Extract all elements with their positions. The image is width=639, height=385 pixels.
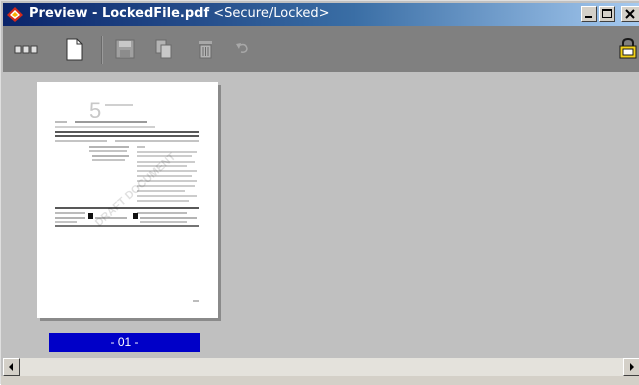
minimize-icon (585, 16, 592, 18)
maximize-button[interactable] (599, 6, 615, 22)
copy-button[interactable] (153, 38, 175, 60)
page-icon (66, 38, 83, 61)
preview-window: Preview - LockedFile.pdf <Secure/Locked> (0, 0, 639, 385)
page-thumbnail[interactable]: 5 DRAFT DOCUMENT (37, 82, 218, 318)
preview-area: 5 DRAFT DOCUMENT - 01 - (3, 72, 639, 358)
close-icon (625, 9, 635, 19)
undo-icon (236, 43, 248, 53)
thumbnails-view-button[interactable] (13, 38, 38, 60)
page-label[interactable]: - 01 - (49, 333, 200, 352)
trash-icon (199, 41, 212, 59)
toolbar-separator (101, 36, 103, 64)
window-title: Preview - LockedFile.pdf <Secure/Locked> (29, 6, 330, 21)
arrow-left-icon (9, 363, 13, 371)
title-bar[interactable]: Preview - LockedFile.pdf <Secure/Locked> (3, 3, 639, 26)
maximize-icon (602, 9, 612, 18)
horizontal-scrollbar[interactable] (3, 358, 639, 376)
lock-icon (619, 37, 637, 59)
thumbnails-icon (14, 45, 38, 54)
delete-button[interactable] (195, 38, 217, 60)
arrow-right-icon (630, 363, 634, 371)
save-button[interactable] (114, 38, 136, 60)
app-logo-icon (7, 7, 23, 22)
close-button[interactable] (621, 6, 639, 22)
page-content-preview: 5 DRAFT DOCUMENT (55, 98, 199, 302)
copy-icon (155, 39, 172, 59)
floppy-disk-icon (115, 39, 135, 59)
single-page-button[interactable] (63, 38, 85, 61)
minimize-button[interactable] (581, 6, 597, 22)
page-number-glyph: 5 (89, 98, 101, 123)
toolbar (3, 26, 639, 72)
undo-button[interactable] (232, 38, 254, 60)
scroll-left-button[interactable] (3, 358, 20, 376)
scroll-right-button[interactable] (623, 358, 639, 376)
lock-status-button[interactable] (617, 36, 639, 59)
